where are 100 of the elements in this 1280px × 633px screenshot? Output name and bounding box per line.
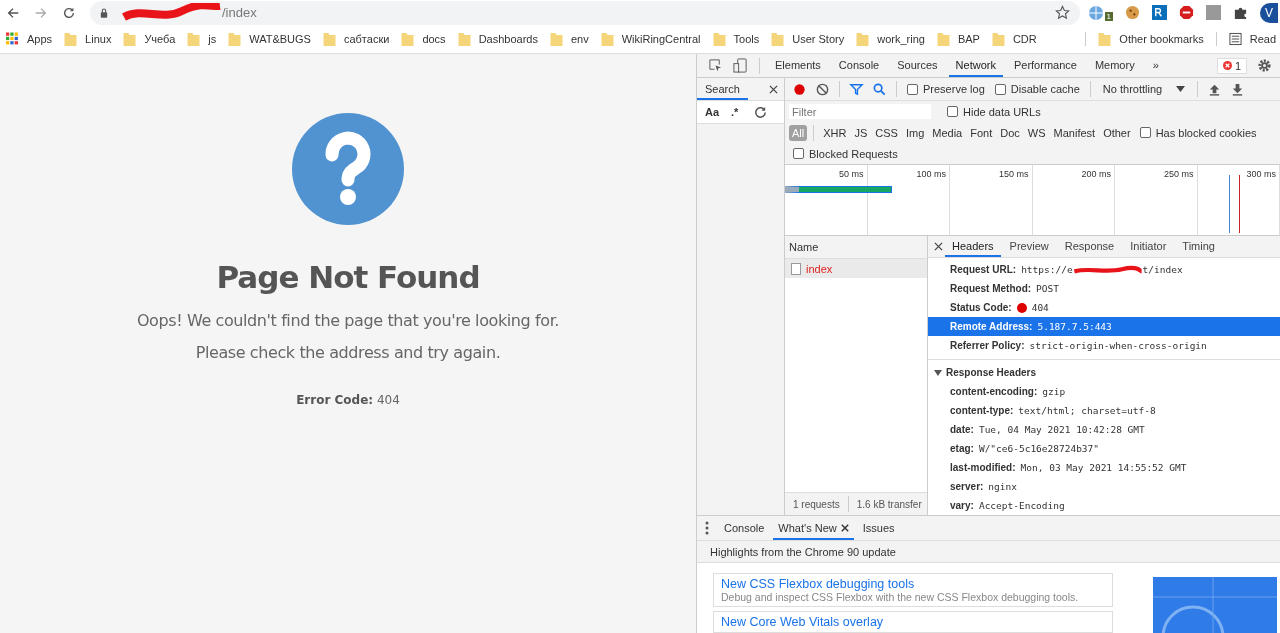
devtools-tab[interactable]: Sources xyxy=(890,54,945,77)
search-tab[interactable]: Search xyxy=(697,78,748,100)
folder-icon xyxy=(187,32,201,46)
regex-button[interactable]: .* xyxy=(731,106,739,118)
match-case-button[interactable]: Aa xyxy=(705,106,720,118)
error-counter[interactable]: 1 xyxy=(1216,57,1247,74)
filter-icon[interactable] xyxy=(849,81,864,97)
type-filter-button[interactable]: JS xyxy=(851,124,871,141)
redaction-scribble xyxy=(1072,263,1143,276)
drawer-tab[interactable]: Console xyxy=(719,516,770,540)
star-icon[interactable] xyxy=(1054,5,1070,20)
error-message: Please check the address and try again. xyxy=(195,343,501,362)
bookmark-item[interactable]: сабтаски xyxy=(322,32,390,46)
bookmark-item[interactable]: WAT&BUGS xyxy=(228,32,311,46)
bookmark-item[interactable]: BAP xyxy=(936,32,980,46)
folder-icon xyxy=(771,32,785,46)
devtools-tab[interactable]: Memory xyxy=(1087,54,1142,77)
back-icon[interactable] xyxy=(6,5,20,20)
checkbox[interactable]: Has blocked cookies xyxy=(1139,126,1257,139)
type-filter-button[interactable]: Other xyxy=(1100,124,1134,141)
checkbox[interactable]: Disable cache xyxy=(994,83,1080,95)
error-message: Oops! We couldn't find the page that you're looking for. xyxy=(136,311,560,330)
bookmark-item[interactable]: WikiRingCentral xyxy=(600,32,701,46)
header-value: Accept-Encoding xyxy=(978,500,1065,511)
profile-avatar[interactable]: V xyxy=(1260,2,1278,23)
reload-icon[interactable] xyxy=(62,5,76,20)
type-filter-button[interactable]: WS xyxy=(1024,124,1049,141)
bookmark-item[interactable]: Tools xyxy=(712,32,760,46)
bookmark-item[interactable]: Apps xyxy=(6,32,53,46)
drawer-tab[interactable]: What's New xyxy=(773,516,854,540)
type-filter-button[interactable]: Manifest xyxy=(1050,124,1099,141)
type-filter-button[interactable]: Media xyxy=(929,124,966,141)
folder-icon xyxy=(123,32,137,46)
detail-tab[interactable]: Preview xyxy=(1002,236,1056,257)
bookmark-item[interactable]: User Story xyxy=(771,32,845,46)
globe-extension-icon[interactable] xyxy=(1087,4,1104,21)
clear-icon[interactable] xyxy=(815,81,830,97)
inspect-icon[interactable] xyxy=(708,58,723,73)
drawer-tab[interactable]: Issues xyxy=(857,516,900,540)
devtools-tab[interactable]: Elements xyxy=(768,54,828,77)
bookmark-item[interactable]: CDR xyxy=(991,32,1037,46)
header-name: Referrer Policy: xyxy=(950,340,1025,351)
column-header[interactable]: Name xyxy=(785,236,927,259)
bookmark-item[interactable]: Dashboards xyxy=(457,32,538,46)
type-filter-button[interactable]: XHR xyxy=(820,124,850,141)
bookmark-item[interactable]: Linux xyxy=(64,32,112,46)
re-extension-icon[interactable] xyxy=(1152,5,1167,20)
checkbox[interactable]: Preserve log xyxy=(907,83,985,95)
header-name: date: xyxy=(950,424,974,435)
detail-tab[interactable]: Headers xyxy=(945,236,1001,257)
throttling-dropdown[interactable]: No throttling xyxy=(1096,83,1192,95)
record-icon[interactable] xyxy=(792,81,807,97)
filter-field[interactable]: Filter xyxy=(789,104,931,119)
triangle-icon xyxy=(934,368,942,377)
bookmark-item[interactable]: docs xyxy=(401,32,446,46)
checkbox[interactable]: Hide data URLs xyxy=(947,105,1041,118)
header-name: last-modified: xyxy=(950,462,1016,473)
refresh-icon[interactable] xyxy=(753,104,769,120)
puzzle-icon[interactable] xyxy=(1233,5,1248,20)
close-icon[interactable] xyxy=(934,242,943,251)
detail-tab[interactable]: Timing xyxy=(1175,236,1222,257)
folder-icon xyxy=(1098,32,1112,46)
settings-icon[interactable] xyxy=(1257,58,1272,73)
folder-icon xyxy=(322,32,336,46)
bookmark-item[interactable]: Учеба xyxy=(123,32,176,46)
section-header[interactable]: Response Headers xyxy=(928,363,1280,382)
document-icon xyxy=(791,262,801,275)
request-row[interactable]: index xyxy=(785,259,927,278)
load-marker xyxy=(1239,175,1240,233)
detail-tab[interactable]: Response xyxy=(1057,236,1122,257)
more-options-icon[interactable] xyxy=(705,521,709,535)
stop-sign-icon[interactable] xyxy=(1179,5,1194,20)
search-icon[interactable] xyxy=(872,81,887,97)
reading-list-button[interactable]: Read xyxy=(1215,32,1280,46)
bookmark-item[interactable]: Other bookmarks xyxy=(1085,32,1204,46)
header-name: content-type: xyxy=(950,405,1014,416)
summary-text: 1.6 kB transfer xyxy=(856,498,922,510)
address-bar[interactable]: /index xyxy=(90,0,1080,25)
devtools-tab[interactable]: Console xyxy=(831,54,887,77)
header-name: vary: xyxy=(950,500,974,511)
header-name: server: xyxy=(950,481,984,492)
more-tabs-button[interactable]: » xyxy=(1145,54,1166,77)
close-icon[interactable] xyxy=(769,84,778,94)
type-filter-button[interactable]: Img xyxy=(902,124,928,141)
feature-card[interactable]: New Core Web Vitals overlay xyxy=(713,611,1113,633)
bookmark-item[interactable]: work_ring xyxy=(856,32,925,46)
bookmark-item[interactable]: env xyxy=(549,32,589,46)
type-filter-button[interactable]: CSS xyxy=(872,124,901,141)
bookmark-item[interactable]: js xyxy=(187,32,217,46)
device-toolbar-icon[interactable] xyxy=(733,58,748,73)
header-value: strict-origin-when-cross-origin xyxy=(1029,340,1207,351)
apps-grid-icon xyxy=(6,32,19,46)
cookie-icon[interactable] xyxy=(1125,5,1140,20)
type-filter-button[interactable]: Font xyxy=(967,124,996,141)
devtools-tab[interactable]: Performance xyxy=(1006,54,1084,77)
close-icon[interactable] xyxy=(840,523,849,532)
detail-tab[interactable]: Initiator xyxy=(1123,236,1174,257)
type-filter-button[interactable]: Doc xyxy=(997,124,1023,141)
feature-card[interactable]: New CSS Flexbox debugging tools Debug and inspect CSS Flexbox with the new CSS Flexbox debugging tools. xyxy=(713,573,1113,607)
checkbox[interactable]: Blocked Requests xyxy=(793,147,898,160)
